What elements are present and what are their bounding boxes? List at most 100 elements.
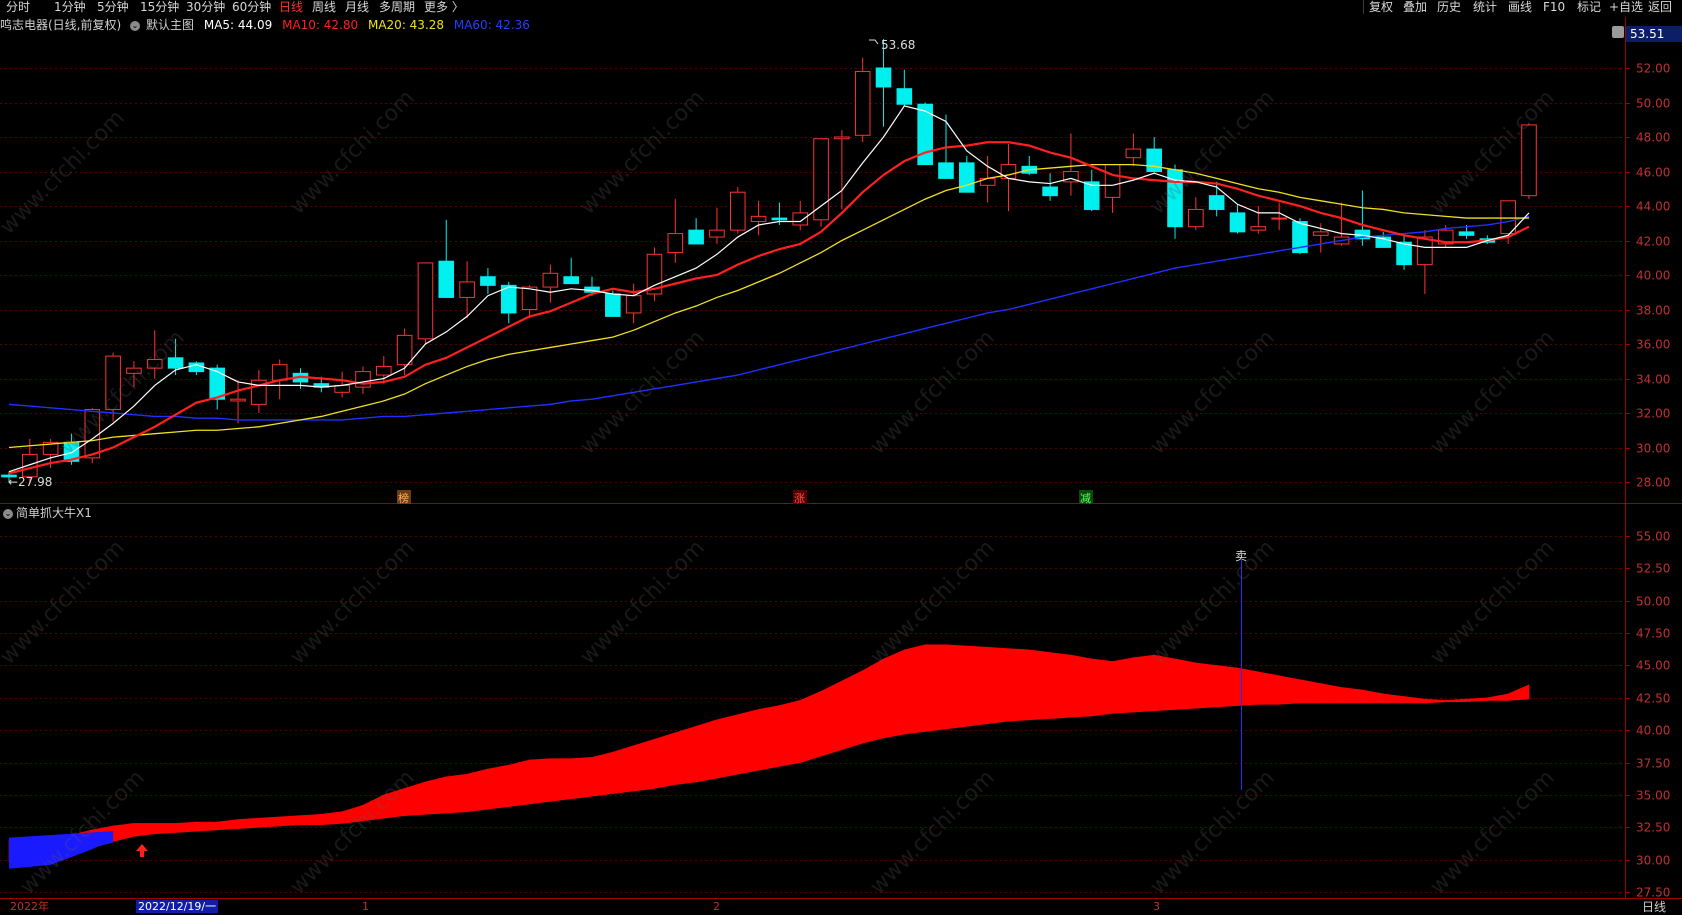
- indicator-band-segment: [175, 821, 197, 833]
- y-tick-label: 52.00: [1636, 62, 1670, 76]
- history-button[interactable]: 历史: [1437, 0, 1461, 14]
- y-tick-label: 37.50: [1636, 757, 1670, 771]
- candle-up: [750, 215, 767, 223]
- y-tick-label: 46.00: [1636, 166, 1670, 180]
- mark-button[interactable]: 标记: [1577, 0, 1601, 14]
- candle-down: [1479, 238, 1496, 243]
- f10-button[interactable]: F10: [1543, 0, 1565, 14]
- y-tick-label: 40.00: [1636, 269, 1670, 283]
- candle-up: [271, 364, 288, 381]
- watermark: www.cfchi.com: [0, 535, 130, 670]
- indicator-band-segment: [1008, 648, 1030, 722]
- indicator-band-segment: [91, 825, 114, 849]
- candle-down: [917, 103, 933, 166]
- candle-up: [1500, 200, 1516, 235]
- event-marker-zhang[interactable]: 涨: [794, 492, 805, 505]
- indicator-band-segment: [987, 647, 1009, 725]
- tab-60min[interactable]: 60分钟: [232, 0, 271, 14]
- back-button[interactable]: 返回: [1648, 0, 1672, 14]
- indicator-band-segment: [820, 680, 843, 757]
- high-price-label: 53.68: [881, 38, 915, 52]
- indicator-band-segment: [716, 714, 739, 779]
- tab-5min[interactable]: 5分钟: [97, 0, 129, 14]
- y-tick-label: 36.00: [1636, 338, 1670, 352]
- candle-up: [542, 272, 559, 288]
- candle-up: [355, 371, 371, 388]
- candle-down: [1292, 221, 1308, 254]
- dropdown-circle-icon[interactable]: ⌄: [130, 20, 141, 31]
- candle-up: [105, 355, 121, 411]
- indicator-band-segment: [237, 817, 260, 829]
- indicator-band-segment: [112, 823, 135, 842]
- time-label-month: 3: [1153, 900, 1160, 913]
- chevron-right-icon: 〉: [451, 0, 464, 14]
- overlay-button[interactable]: 叠加: [1403, 0, 1427, 14]
- add-watchlist-button[interactable]: +自选: [1609, 0, 1643, 14]
- indicator-band-segment: [1070, 654, 1093, 718]
- tab-weekly[interactable]: 周线: [312, 0, 336, 14]
- indicator-band-segment: [945, 644, 968, 730]
- candle-up: [84, 409, 101, 459]
- candle-down: [209, 367, 226, 400]
- candle-down: [1229, 212, 1246, 233]
- template-name[interactable]: 默认主图: [146, 18, 194, 32]
- y-tick-label: 34.00: [1636, 373, 1670, 387]
- y-tick-label: 47.50: [1636, 627, 1670, 641]
- candle-down: [313, 383, 330, 388]
- indicator-band-segment: [1049, 652, 1072, 719]
- indicator-band-segment: [50, 834, 72, 862]
- tab-intraday[interactable]: 分时: [6, 0, 30, 14]
- candle-down: [563, 276, 579, 285]
- tab-more[interactable]: 更多 〉: [424, 0, 464, 14]
- indicator-name[interactable]: 简单抓大牛X1: [16, 506, 92, 520]
- dropdown-circle-icon[interactable]: ⌄: [3, 508, 13, 519]
- candle-up: [625, 295, 642, 314]
- candle-down: [500, 284, 517, 314]
- indicator-band-segment: [612, 745, 634, 794]
- indicator-band-segment: [1195, 662, 1217, 709]
- y-tick-label: 32.50: [1636, 821, 1670, 835]
- candle-up: [521, 286, 538, 311]
- indicator-band-down: [9, 838, 114, 869]
- indicator-band-segment: [799, 690, 822, 763]
- candle-down: [584, 286, 600, 293]
- candle-up: [396, 334, 413, 366]
- tab-15min[interactable]: 15分钟: [140, 0, 179, 14]
- watermark: www.cfchi.com: [575, 535, 710, 670]
- indicator-band-segment: [425, 776, 447, 815]
- candle-up: [251, 379, 267, 405]
- candle-down: [896, 88, 913, 105]
- tab-1min[interactable]: 1分钟: [54, 0, 86, 14]
- event-marker-bang[interactable]: 榜: [398, 491, 409, 505]
- draw-line-button[interactable]: 画线: [1508, 0, 1532, 14]
- ma10-line: [8, 141, 1530, 475]
- candle-down: [480, 276, 496, 286]
- indicator-band-segment: [550, 758, 572, 802]
- indicator-band-segment: [321, 811, 343, 826]
- candle-up: [1312, 231, 1329, 236]
- watermark: www.cfchi.com: [285, 535, 420, 670]
- tab-more-label: 更多: [424, 0, 449, 14]
- y-tick-label: 38.00: [1636, 304, 1670, 318]
- candle-up: [1063, 171, 1079, 183]
- watermark: www.cfchi.com: [1145, 85, 1280, 220]
- candle-up: [813, 138, 829, 221]
- watermark: www.cfchi.com: [1425, 85, 1560, 220]
- event-marker-jian[interactable]: 减: [1080, 492, 1091, 505]
- restore-rights-button[interactable]: 复权: [1369, 0, 1393, 14]
- indicator-band-segment: [279, 815, 301, 827]
- indicator-band-segment: [1091, 658, 1113, 717]
- tab-30min[interactable]: 30分钟: [186, 0, 225, 14]
- candle-down: [875, 67, 892, 88]
- settings-square-icon[interactable]: [1612, 26, 1624, 38]
- statistics-button[interactable]: 统计: [1473, 0, 1497, 14]
- time-axis: 2022年 2022/12/19/一 1 2 3: [0, 898, 1682, 915]
- tab-multi-period[interactable]: 多周期: [379, 0, 415, 14]
- tab-monthly[interactable]: 月线: [345, 0, 369, 14]
- tab-daily[interactable]: 日线: [279, 0, 303, 14]
- indicator-band-segment: [654, 732, 676, 789]
- indicator-band-segment: [1299, 679, 1322, 704]
- candle-up: [854, 70, 871, 136]
- candle-down: [938, 162, 954, 179]
- candle-up: [709, 229, 725, 238]
